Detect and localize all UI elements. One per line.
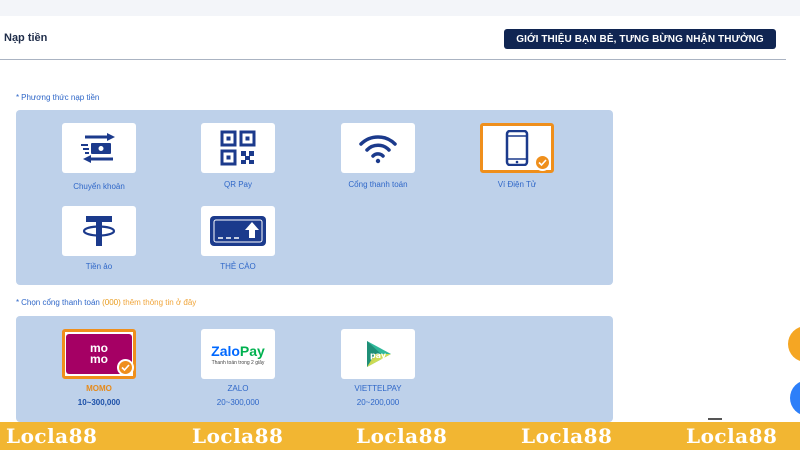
watermark-text: Locla88 [356,424,448,448]
header-divider [0,59,786,60]
methods-label-text: Phương thức nạp tiền [21,93,100,102]
method-tile-qr-pay[interactable] [201,123,275,173]
methods-panel: Chuyển khoản QR Pay Cổng thanh toán Ví Đ… [16,110,613,285]
method-label: Ví Điện Tử [497,180,537,189]
zalopay-logo-word-a: Zalo [211,342,240,359]
method-label: Chuyển khoản [73,182,125,191]
required-mark: * [16,298,20,307]
zalopay-tagline: Thanh toán trong 2 giây [211,359,265,366]
gateway-section-label: * Chọn cổng thanh toán (000) thêm thông t… [16,298,196,307]
gateway-tile-viettelpay[interactable]: pay [341,329,415,379]
bank-transfer-icon [81,133,115,163]
method-label: THẺ CÀO [220,262,256,271]
viettelpay-logo-word: pay [370,351,387,360]
method-label: Cổng thanh toán [348,180,408,189]
gateway-label-unit: (000) [102,298,121,307]
method-tile-bank-transfer[interactable] [62,123,136,173]
momo-logo-text-bottom: mo [90,352,108,366]
tether-icon [82,216,116,246]
top-strip [0,0,800,16]
gateway-name: MOMO [86,384,112,393]
method-tile-payment-gateway[interactable] [341,123,415,173]
smartphone-icon [505,130,529,166]
wifi-icon [359,135,397,164]
method-label: Tiền ảo [85,262,113,271]
gateway-name: ZALO [227,384,249,393]
zalopay-logo: ZaloPay Thanh toán trong 2 giây [211,343,265,366]
method-tile-scratch-card[interactable] [201,206,275,256]
gateway-info-link[interactable]: thêm thông tin ở đây [123,298,196,307]
watermark-text: Locla88 [6,424,98,448]
watermark-text: Locla88 [686,424,778,448]
watermark-text: Locla88 [521,424,613,448]
floating-support-button[interactable] [788,326,800,362]
qr-code-icon [220,130,256,166]
selected-check-icon [534,154,551,171]
methods-section-label: * Phương thức nạp tiền [16,93,99,102]
gateway-range: 20~200,000 [356,398,400,407]
page-title: Nạp tiền [4,32,48,44]
method-tile-crypto[interactable] [62,206,136,256]
gateway-range: 20~300,000 [216,398,260,407]
card-upload-icon [210,216,266,246]
referral-promo-button[interactable]: GIỚI THIỆU BẠN BÈ, TƯNG BỪNG NHẬN THƯỞNG [504,29,776,49]
viettelpay-play-icon: pay [367,341,391,367]
gateway-panel: mo mo MOMO 10~300,000 ZaloPay Thanh toán… [16,316,613,422]
viettelpay-logo: pay [361,339,395,369]
gateway-range: 10~300,000 [77,398,121,407]
gateway-name: VIETTELPAY [354,384,402,393]
selected-check-icon [117,359,134,376]
floating-chat-button[interactable] [790,380,800,416]
method-label: QR Pay [223,180,252,189]
gateway-label-text: Chọn cổng thanh toán [21,298,100,307]
watermark-text: Locla88 [192,424,284,448]
required-mark: * [16,93,20,102]
decorative-dash [708,418,722,420]
zalopay-logo-word-b: Pay [239,342,265,359]
gateway-tile-zalo[interactable]: ZaloPay Thanh toán trong 2 giây [201,329,275,379]
